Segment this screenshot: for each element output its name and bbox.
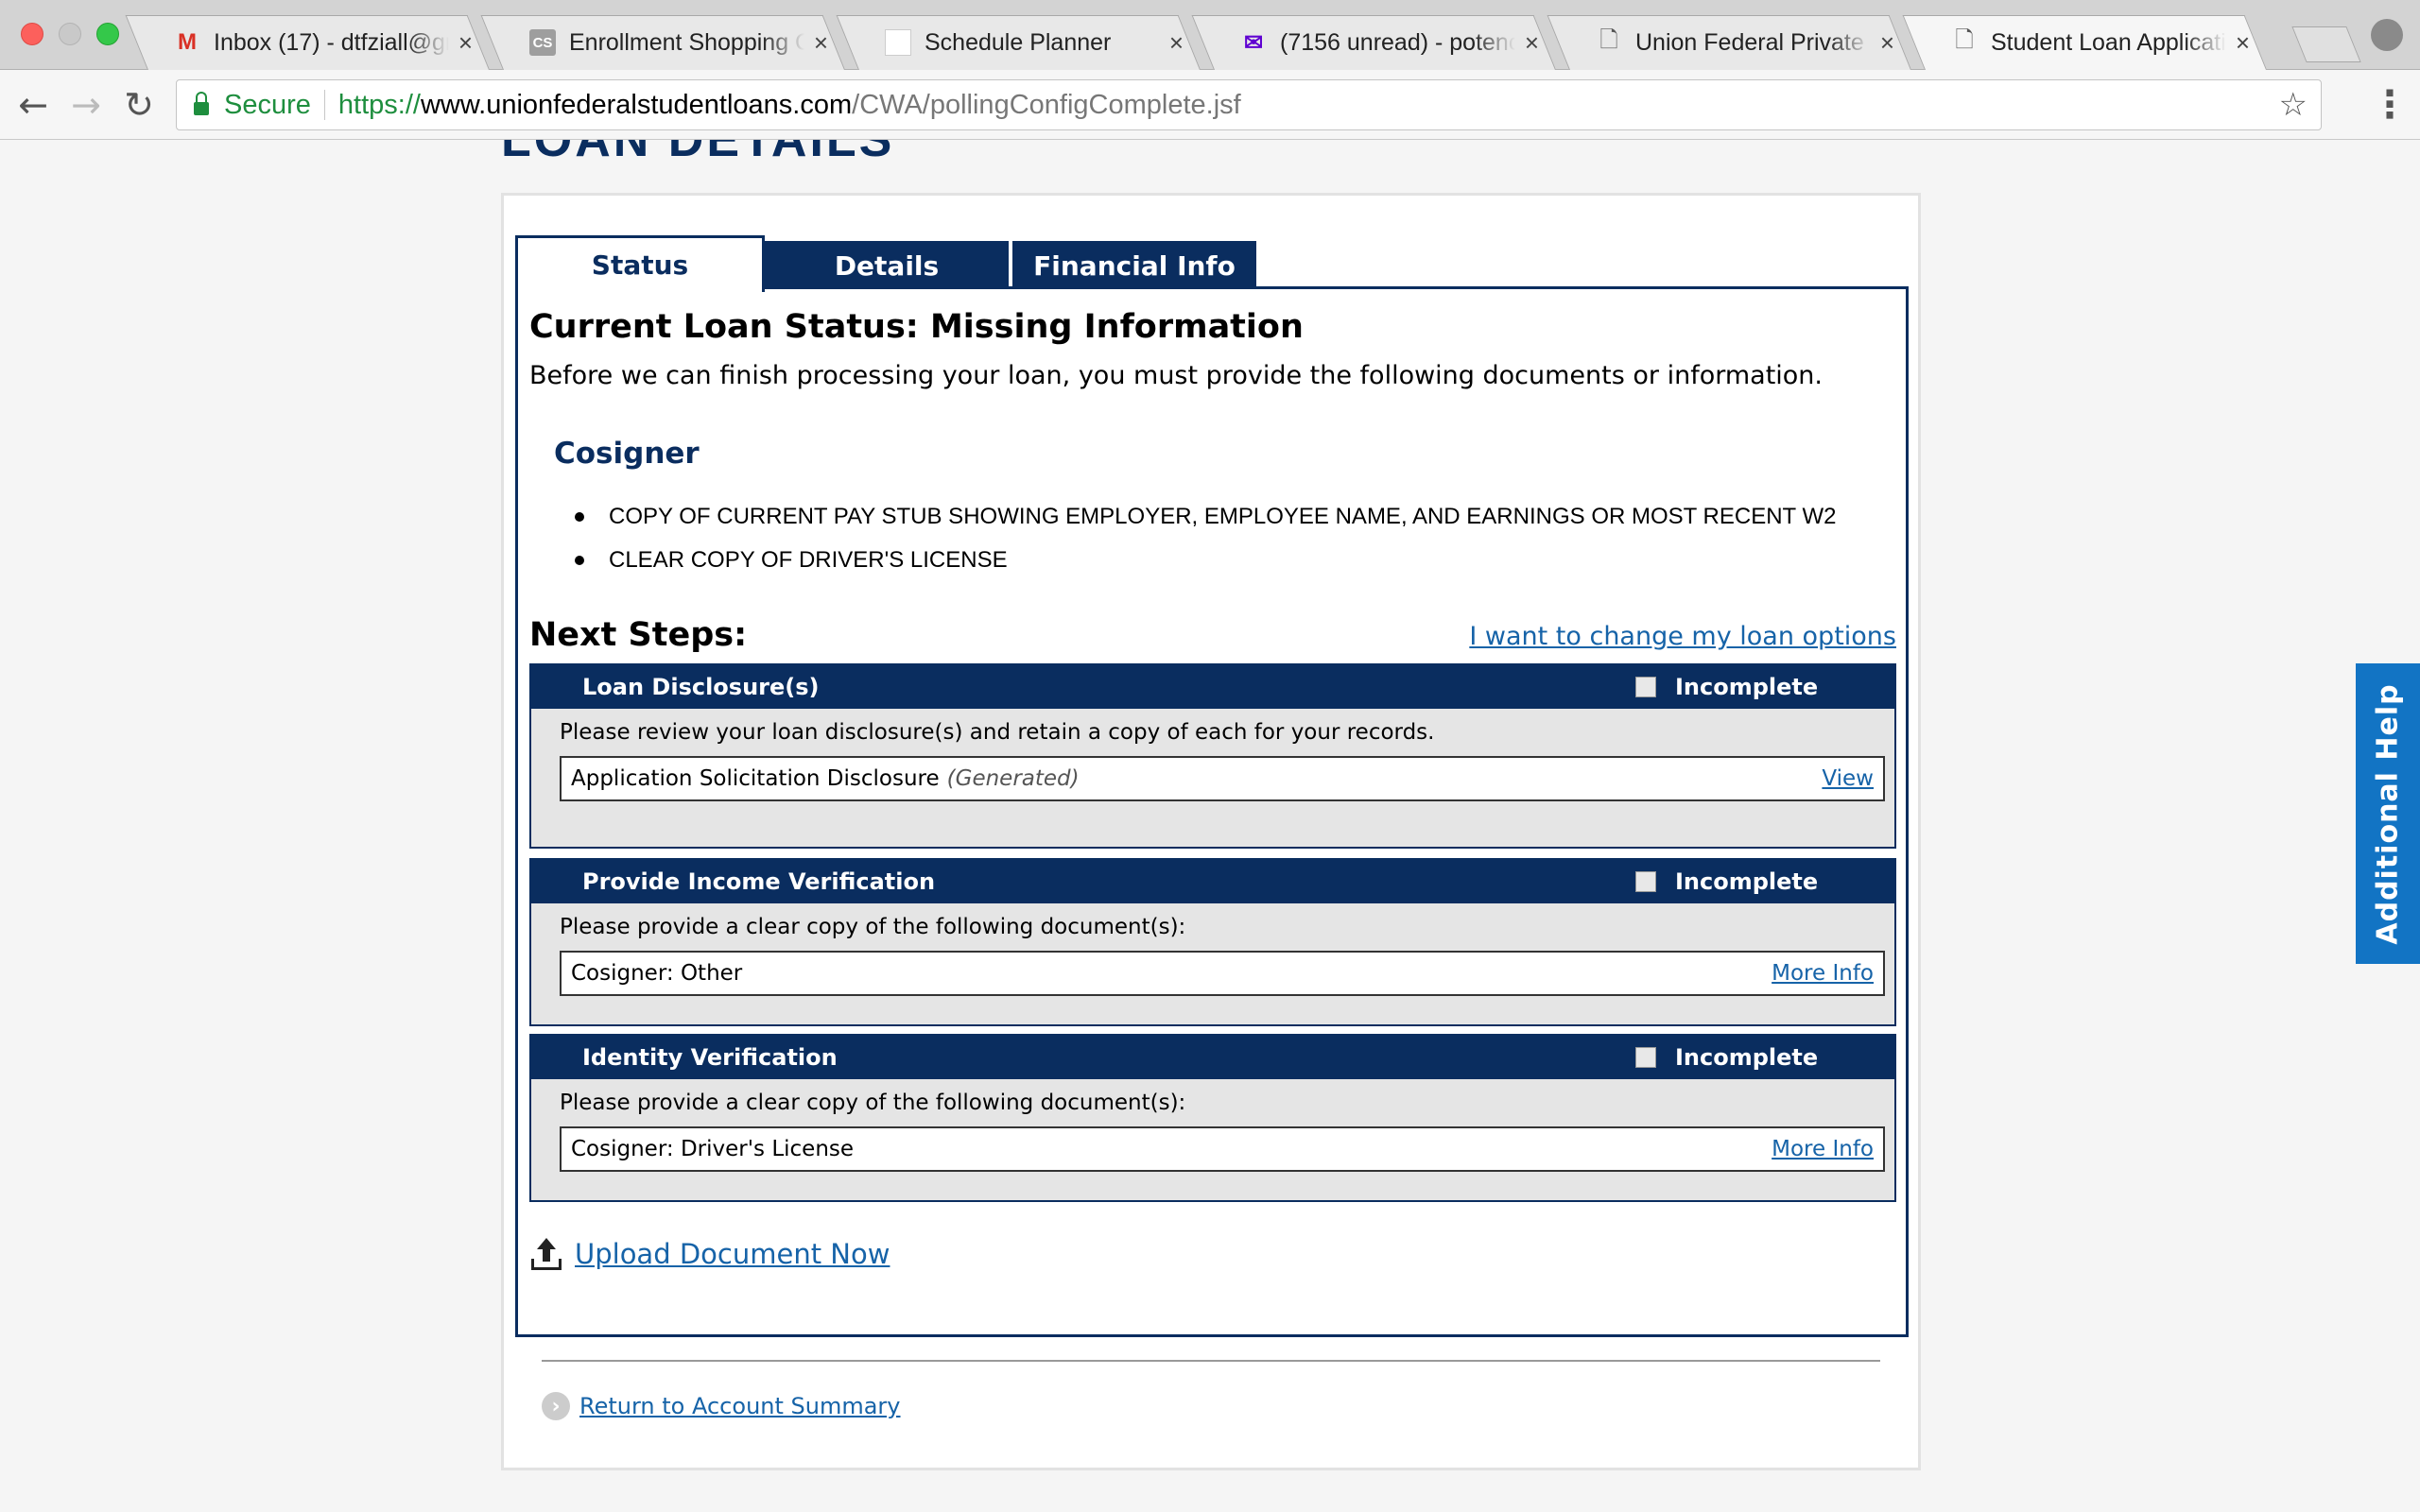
url-scheme: https:// [337, 89, 421, 120]
step-checkbox[interactable] [1635, 677, 1656, 697]
step-header: Provide Income Verification Incomplete [531, 860, 1894, 903]
upload-document: Upload Document Now [529, 1238, 890, 1270]
document-note: (Generated) [946, 766, 1080, 791]
document-row: Cosigner: Driver's License More Info [560, 1126, 1885, 1172]
yahoo-mail-icon: ✉ [1243, 29, 1264, 56]
blank-page-icon [885, 29, 911, 56]
close-tab-icon[interactable]: × [1880, 28, 1894, 58]
browser-tab-schedule-planner[interactable]: Schedule Planner × [836, 15, 1201, 70]
step-name: Identity Verification [582, 1044, 838, 1071]
browser-tabstrip: M Inbox (17) - dtfziall@gmail.com × CS E… [0, 0, 2420, 70]
bookmark-star-icon[interactable]: ☆ [2279, 86, 2308, 124]
tab-financial-info[interactable]: Financial Info [1012, 241, 1256, 290]
more-info-link[interactable]: More Info [1772, 961, 1874, 986]
document-row: Cosigner: Other More Info [560, 951, 1885, 996]
return-to-account-summary-link[interactable]: Return to Account Summary [579, 1393, 901, 1419]
tab-status[interactable]: Status [515, 235, 765, 292]
step-income-verification: Provide Income Verification Incomplete P… [529, 858, 1896, 1026]
back-arrow-icon[interactable]: ← [11, 83, 55, 127]
step-status: Incomplete [1675, 674, 1819, 700]
additional-help-tab[interactable]: Additional Help [2356, 663, 2420, 964]
step-header: Identity Verification Incomplete [531, 1036, 1894, 1079]
tab-title: Union Federal Private Student [1635, 28, 1871, 56]
tab-title: Student Loan Application [1991, 28, 2226, 56]
browser-menu-icon[interactable]: ⋮ [2371, 83, 2409, 127]
url-path: /CWA/pollingConfigComplete.jsf [852, 89, 1241, 120]
step-description: Please provide a clear copy of the follo… [560, 915, 1186, 939]
document-icon: 🗋 [1599, 26, 1618, 53]
url-host: www.unionfederalstudentloans.com [420, 89, 853, 120]
list-item: COPY OF CURRENT PAY STUB SHOWING EMPLOYE… [575, 495, 1836, 539]
tab-title: Inbox (17) - dtfziall@gmail.com [214, 28, 449, 56]
document-name: Cosigner: Other [571, 961, 743, 986]
return-to-account: › Return to Account Summary [542, 1392, 901, 1420]
step-header: Loan Disclosure(s) Incomplete [531, 665, 1894, 709]
step-status: Incomplete [1675, 868, 1819, 895]
maximize-window-button[interactable] [96, 23, 119, 45]
new-tab-button[interactable] [2291, 26, 2361, 62]
browser-tab-yahoo-mail[interactable]: ✉ (7156 unread) - potencial × [1191, 15, 1556, 70]
more-info-link[interactable]: More Info [1772, 1137, 1874, 1161]
step-loan-disclosures: Loan Disclosure(s) Incomplete Please rev… [529, 663, 1896, 849]
loan-status-description: Before we can finish processing your loa… [529, 361, 1823, 390]
tab-title: Schedule Planner [925, 28, 1112, 56]
change-loan-options-link[interactable]: I want to change my loan options [1469, 622, 1896, 651]
omnibox-divider [323, 90, 325, 120]
lock-icon [194, 92, 209, 115]
tab-title: (7156 unread) - potencial [1280, 28, 1515, 56]
close-tab-icon[interactable]: × [1525, 28, 1539, 58]
cs-icon: CS [529, 29, 556, 56]
document-name: Application Solicitation Disclosure [571, 766, 940, 791]
arrow-circle-right-icon[interactable]: › [542, 1392, 570, 1420]
upload-icon[interactable] [529, 1238, 563, 1270]
step-name: Provide Income Verification [582, 868, 936, 895]
minimize-window-button[interactable] [59, 23, 81, 45]
browser-toolbar: ← → ↻ Secure https:// www.unionfederalst… [0, 70, 2420, 140]
forward-arrow-icon[interactable]: → [64, 83, 108, 127]
step-description: Please provide a clear copy of the follo… [560, 1091, 1186, 1115]
tab-details[interactable]: Details [765, 241, 1009, 290]
document-icon: 🗋 [1955, 26, 1974, 53]
close-tab-icon[interactable]: × [1169, 28, 1184, 58]
cosigner-heading: Cosigner [554, 437, 700, 471]
browser-tab-union-federal[interactable]: 🗋 Union Federal Private Student × [1547, 15, 1911, 70]
divider [542, 1360, 1880, 1362]
upload-document-link[interactable]: Upload Document Now [575, 1238, 890, 1270]
browser-tab-gmail[interactable]: M Inbox (17) - dtfziall@gmail.com × [125, 15, 491, 70]
step-status: Incomplete [1675, 1044, 1819, 1071]
step-identity-verification: Identity Verification Incomplete Please … [529, 1034, 1896, 1202]
list-item: CLEAR COPY OF DRIVER'S LICENSE [575, 539, 1836, 582]
cosigner-requirements: COPY OF CURRENT PAY STUB SHOWING EMPLOYE… [575, 495, 1836, 582]
browser-tab-enrollment[interactable]: CS Enrollment Shopping Cart × [480, 15, 845, 70]
browser-tab-student-loan-application[interactable]: 🗋 Student Loan Application × [1902, 15, 2267, 70]
step-name: Loan Disclosure(s) [582, 674, 820, 700]
additional-help-label: Additional Help [2371, 682, 2405, 945]
page-content: LOAN DETAILS Status Details Financial In… [0, 140, 2420, 1512]
reload-icon[interactable]: ↻ [117, 83, 161, 127]
close-tab-icon[interactable]: × [2236, 28, 2250, 58]
view-disclosure-link[interactable]: View [1822, 766, 1874, 791]
document-name: Cosigner: Driver's License [571, 1137, 855, 1161]
loan-details-panel: Status Details Financial Info Current Lo… [501, 193, 1921, 1470]
step-checkbox[interactable] [1635, 1047, 1656, 1068]
profile-avatar-icon[interactable] [2371, 19, 2403, 51]
next-steps-heading: Next Steps: [529, 616, 748, 654]
close-window-button[interactable] [21, 23, 43, 45]
close-tab-icon[interactable]: × [458, 28, 473, 58]
loan-status-title: Current Loan Status: Missing Information [529, 308, 1304, 346]
close-tab-icon[interactable]: × [814, 28, 828, 58]
address-bar[interactable]: Secure https:// www.unionfederalstudentl… [176, 79, 2322, 130]
document-row: Application Solicitation Disclosure (Gen… [560, 756, 1885, 801]
step-checkbox[interactable] [1635, 871, 1656, 892]
tab-title: Enrollment Shopping Cart [569, 28, 804, 56]
secure-label: Secure [224, 89, 311, 120]
step-description: Please review your loan disclosure(s) an… [560, 720, 1435, 745]
page-title: LOAN DETAILS [501, 140, 895, 167]
status-tab-content: Current Loan Status: Missing Information… [515, 286, 1909, 1337]
gmail-icon: M [178, 29, 197, 55]
